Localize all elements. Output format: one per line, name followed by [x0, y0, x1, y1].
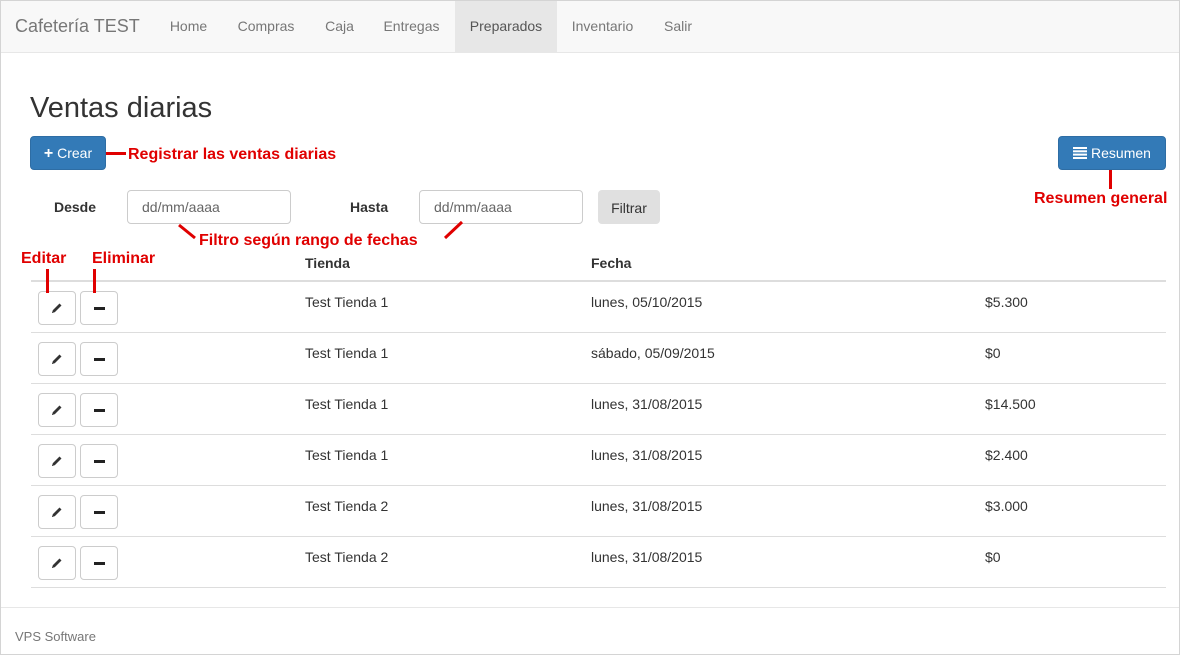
footer-text: VPS Software — [15, 629, 96, 644]
annotation-arrows — [178, 220, 464, 240]
annotation-eliminar: Eliminar — [92, 250, 156, 267]
arrow-eliminar — [93, 269, 96, 293]
annotation-editar: Editar — [21, 250, 67, 267]
arrow-filtro-left — [178, 223, 196, 240]
footer-divider — [1, 607, 1179, 608]
arrow-editar — [46, 269, 49, 293]
arrow-filtro-right — [443, 220, 464, 240]
annotation-filtro: Filtro según rango de fechas — [199, 232, 418, 249]
